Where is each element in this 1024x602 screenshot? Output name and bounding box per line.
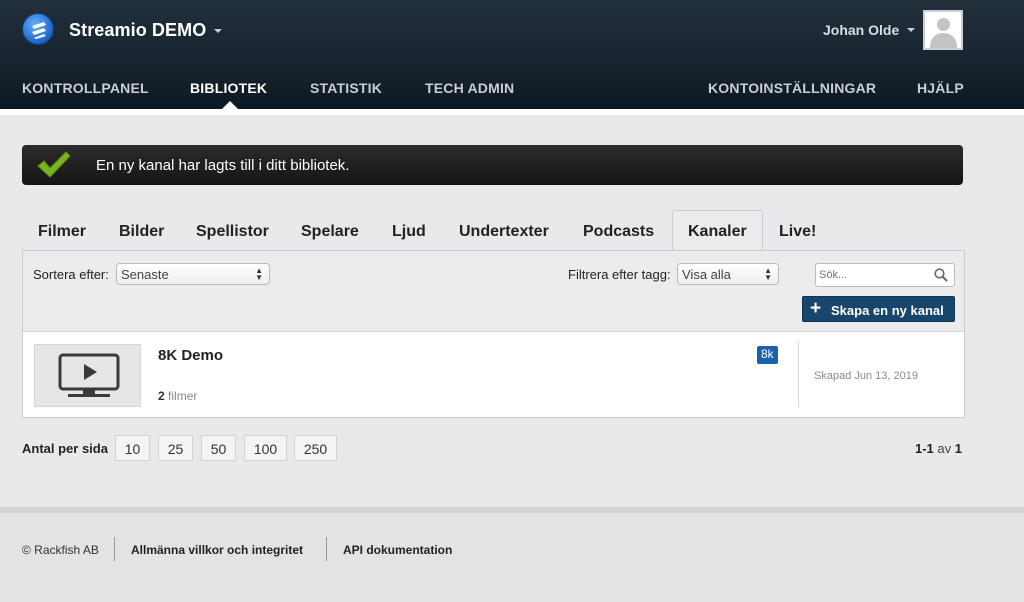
tab-bilder[interactable]: Bilder	[119, 223, 164, 241]
per-page-option-50[interactable]: 50	[201, 435, 236, 461]
footer-terms-link[interactable]: Allmänna villkor och integritet	[131, 543, 303, 557]
avatar[interactable]	[923, 10, 963, 50]
sort-select[interactable]: Senaste ▲ ▼	[116, 263, 270, 285]
create-channel-label: Skapa en ny kanal	[831, 303, 944, 318]
tab-spellistor[interactable]: Spellistor	[196, 223, 269, 241]
success-alert: En ny kanal har lagts till i ditt biblio…	[22, 145, 963, 185]
alert-message: En ny kanal har lagts till i ditt biblio…	[96, 157, 350, 174]
chevron-down-icon[interactable]	[214, 29, 222, 33]
tab-kanaler[interactable]: Kanaler	[688, 223, 747, 241]
per-page-label: Antal per sida	[22, 441, 108, 456]
top-header: Streamio DEMO Johan Olde KONTROLLPANEL B…	[0, 0, 1024, 109]
result-count: 1-1 av 1	[915, 441, 962, 456]
tag-filter-value: Visa alla	[682, 267, 731, 282]
per-page-option-25[interactable]: 25	[158, 435, 193, 461]
user-menu-name[interactable]: Johan Olde	[823, 22, 899, 38]
search-box[interactable]	[815, 263, 955, 287]
sort-label: Sortera efter:	[33, 267, 109, 282]
tab-filmer[interactable]: Filmer	[38, 223, 86, 241]
nav-kontoinstallningar[interactable]: KONTOINSTÄLLNINGAR	[708, 80, 876, 96]
select-arrows-icon: ▲ ▼	[764, 266, 772, 282]
tab-undertexter[interactable]: Undertexter	[459, 223, 549, 241]
per-page-option-250[interactable]: 250	[294, 435, 337, 461]
result-of-label: av	[937, 441, 952, 456]
channel-film-count: 2 filmer	[158, 389, 197, 403]
result-range: 1-1	[914, 441, 934, 456]
nav-tech-admin[interactable]: TECH ADMIN	[425, 80, 514, 96]
nav-bibliotek[interactable]: BIBLIOTEK	[190, 80, 267, 96]
film-count-unit: filmer	[168, 389, 198, 403]
list-toolbar: Sortera efter: Senaste ▲ ▼ Filtrera efter…	[23, 251, 964, 332]
sort-select-value: Senaste	[121, 267, 169, 282]
channel-title[interactable]: 8K Demo	[158, 347, 223, 364]
nav-hjalp[interactable]: HJÄLP	[917, 80, 964, 96]
brand-name[interactable]: Streamio DEMO	[69, 20, 206, 41]
footer-copyright: © Rackfish AB	[22, 543, 99, 557]
select-arrows-icon: ▲ ▼	[255, 266, 263, 282]
active-nav-pointer	[222, 101, 238, 109]
channel-tag-badge[interactable]: 8k	[757, 346, 778, 364]
film-count-number: 2	[158, 389, 165, 403]
avatar-head	[937, 18, 950, 31]
filter-label: Filtrera efter tagg:	[568, 267, 671, 282]
channel-created-date: Skapad Jun 13, 2019	[814, 370, 918, 382]
page-footer: © Rackfish AB Allmänna villkor och integ…	[0, 507, 1024, 602]
streamio-logo-icon[interactable]	[22, 13, 54, 45]
nav-kontrollpanel[interactable]: KONTROLLPANEL	[22, 80, 149, 96]
nav-statistik[interactable]: STATISTIK	[310, 80, 382, 96]
tab-ljud[interactable]: Ljud	[392, 223, 426, 241]
footer-divider	[326, 537, 327, 561]
channel-thumbnail[interactable]	[34, 344, 141, 407]
search-input[interactable]	[819, 265, 929, 285]
tab-spelare[interactable]: Spelare	[301, 223, 359, 241]
per-page-option-10[interactable]: 10	[115, 435, 150, 461]
result-total: 1	[954, 441, 962, 456]
chevron-down-icon[interactable]	[907, 28, 915, 32]
tab-live[interactable]: Live!	[779, 223, 816, 241]
list-item[interactable]: 8K Demo 2 filmer 8k Skapad Jun 13, 2019	[23, 333, 964, 417]
avatar-body	[930, 33, 957, 48]
checkmark-icon	[37, 151, 71, 178]
tag-filter-select[interactable]: Visa alla ▲ ▼	[677, 263, 779, 285]
tab-podcasts[interactable]: Podcasts	[583, 223, 654, 241]
channel-panel: Sortera efter: Senaste ▲ ▼ Filtrera efter…	[22, 250, 965, 418]
video-monitor-icon	[58, 353, 120, 397]
create-channel-button[interactable]: + Skapa en ny kanal	[802, 296, 955, 322]
row-divider	[798, 341, 799, 407]
plus-icon: +	[810, 298, 822, 319]
per-page-option-100[interactable]: 100	[244, 435, 287, 461]
footer-divider	[114, 537, 115, 561]
footer-api-link[interactable]: API dokumentation	[343, 543, 452, 557]
search-icon[interactable]	[934, 268, 948, 282]
header-divider	[0, 109, 1024, 115]
